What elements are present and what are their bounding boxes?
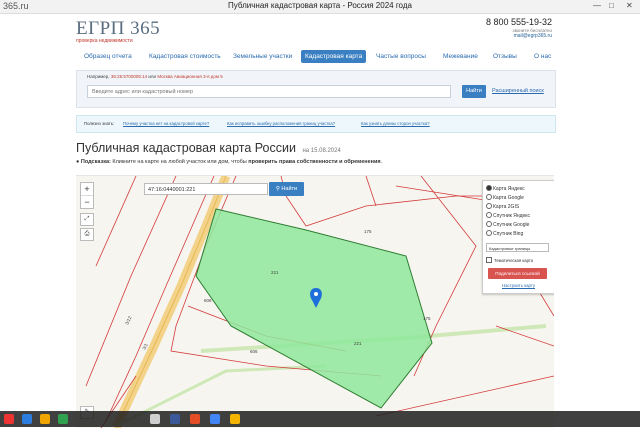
site-logo[interactable]: ЕГРП 365 проверка недвижимости: [76, 18, 161, 44]
nav-item-cadastral-map[interactable]: Кадастровая карта: [301, 50, 367, 63]
app-icon[interactable]: [230, 414, 240, 424]
layer-label: Спутник Bing: [493, 231, 524, 237]
map-search-button-label: Найти: [281, 186, 298, 192]
hint-text: Кликните на карте на любой участок или д…: [112, 159, 247, 165]
search-panel: Например, 36:25:5700005:14 или Москва Ав…: [76, 70, 556, 108]
search-button[interactable]: Найти: [462, 85, 486, 98]
hint-label: Подсказка:: [80, 159, 111, 165]
app-icon[interactable]: [190, 414, 200, 424]
logo-subtitle: проверка недвижимости: [76, 38, 133, 44]
radio-icon: [486, 230, 492, 236]
zoom-in-button[interactable]: +: [81, 183, 93, 195]
share-link-button[interactable]: Поделиться ссылкой: [488, 268, 547, 279]
app-icon[interactable]: [40, 414, 50, 424]
thematic-map-checkbox[interactable]: Тематическая карта: [486, 257, 533, 263]
email-link[interactable]: mail@egrp365.ru: [486, 33, 552, 39]
layer-option-bing-satellite[interactable]: Спутник Bing: [486, 230, 523, 237]
nav-item-cadastral-value[interactable]: Кадастровая стоимость: [149, 53, 221, 60]
app-icon[interactable]: [210, 414, 220, 424]
example-or: или: [148, 74, 157, 79]
nav-item-about[interactable]: О нас: [534, 53, 551, 60]
checkbox-icon: [486, 257, 492, 263]
pin-icon: ●: [76, 159, 80, 165]
app-icon[interactable]: [58, 414, 68, 424]
radio-icon: [486, 194, 492, 200]
logo-text: ЕГРП 365: [76, 18, 161, 39]
radio-icon: [486, 212, 492, 218]
map-search-input[interactable]: 47:16:0440001:221: [144, 183, 268, 195]
nav-item-faq[interactable]: Частые вопросы: [376, 53, 426, 60]
main-nav: Образец отчета Кадастровая стоимость Зем…: [76, 50, 554, 68]
useful-link-fix-boundary[interactable]: Как исправить ошибку расположения границ…: [227, 121, 335, 126]
example-label: Например,: [87, 74, 110, 79]
contact-block: 8 800 555-19-32 звоните бесплатно mail@e…: [486, 17, 552, 39]
parcel-label: 221: [354, 341, 362, 346]
radio-icon: [486, 221, 492, 227]
hint-bold: проверить права собственности и обремене…: [248, 159, 381, 165]
useful-link-missing-parcel[interactable]: Почему участка нет на кадастровой карте?: [123, 121, 209, 126]
window-title: Публичная кадастровая карта - Россия 202…: [228, 1, 412, 10]
cadastral-map[interactable]: 221 175 175 606 606 221 3/12 3/1 + − ⤢ ⎙…: [76, 175, 554, 428]
page-title-date: на 15.08.2024: [302, 148, 341, 154]
hint-end: .: [380, 159, 383, 165]
layer-option-yandex-map[interactable]: Карта Яндекс: [486, 185, 525, 192]
example-address[interactable]: Москва Авиационная 3-я дом 5: [157, 74, 222, 79]
app-icon[interactable]: [170, 414, 180, 424]
nav-item-land-plots[interactable]: Земельные участки: [233, 53, 292, 60]
app-icon[interactable]: [22, 414, 32, 424]
zoom-control: + −: [80, 182, 94, 209]
search-input[interactable]: [87, 85, 451, 98]
close-icon[interactable]: ✕: [626, 1, 633, 10]
phone-number[interactable]: 8 800 555-19-32: [486, 17, 552, 27]
app-icon[interactable]: [150, 414, 160, 424]
layer-option-yandex-satellite[interactable]: Спутник Яндекс: [486, 212, 530, 219]
map-search-button[interactable]: ⚲ Найти: [269, 182, 304, 196]
layer-option-2gis-map[interactable]: Карта 2GIS: [486, 203, 519, 210]
layer-option-google-map[interactable]: Карта Google: [486, 194, 524, 201]
useful-label: Полезно знать:: [84, 121, 115, 126]
nav-item-surveying[interactable]: Межевание: [443, 53, 478, 60]
advanced-search-link[interactable]: Расширенный поиск: [492, 88, 544, 94]
layers-panel: Карта Яндекс Карта Google Карта 2GIS Спу…: [482, 180, 554, 294]
os-taskbar: [0, 411, 640, 427]
parcel-label: 175: [364, 229, 372, 234]
radio-icon: [486, 203, 492, 209]
layer-option-google-satellite[interactable]: Спутник Google: [486, 221, 529, 228]
boundaries-select[interactable]: Кадастровые границы: [486, 243, 549, 252]
thematic-map-label: Тематическая карта: [494, 258, 534, 263]
radio-selected-icon: [486, 185, 492, 191]
print-icon[interactable]: ⎙: [80, 228, 94, 241]
layer-label: Карта Яндекс: [493, 186, 525, 192]
useful-links-bar: Полезно знать: Почему участка нет на кад…: [76, 115, 556, 133]
configure-map-link[interactable]: Настроить карту: [483, 283, 554, 288]
search-example: Например, 36:25:5700005:14 или Москва Ав…: [87, 74, 223, 79]
layer-label: Спутник Google: [493, 222, 530, 228]
page-title: Публичная кадастровая карта России на 15…: [76, 141, 341, 155]
browser-titlebar: 365.ru Публичная кадастровая карта - Рос…: [0, 0, 640, 14]
example-number[interactable]: 36:25:5700005:14: [111, 74, 147, 79]
maximize-icon[interactable]: □: [609, 1, 614, 10]
parcel-label: 606: [204, 298, 212, 303]
parcel-label: 221: [271, 270, 279, 275]
minimize-icon[interactable]: —: [593, 1, 601, 10]
nav-item-reviews[interactable]: Отзывы: [493, 53, 517, 60]
app-icon[interactable]: [4, 414, 14, 424]
parcel-label: 175: [423, 316, 431, 321]
layer-label: Карта Google: [493, 195, 524, 201]
selected-parcel[interactable]: [195, 208, 433, 409]
zoom-out-button[interactable]: −: [81, 195, 93, 208]
layer-label: Спутник Яндекс: [493, 213, 531, 219]
fullscreen-icon[interactable]: ⤢: [80, 213, 94, 226]
map-hint: ● Подсказка: Кликните на карте на любой …: [76, 159, 382, 165]
layer-label: Карта 2GIS: [493, 204, 520, 210]
page-title-text: Публичная кадастровая карта России: [76, 141, 296, 155]
nav-item-sample-report[interactable]: Образец отчета: [84, 53, 132, 60]
useful-link-side-lengths[interactable]: Как узнать длины сторон участка?: [361, 121, 430, 126]
parcel-label: 606: [250, 349, 258, 354]
search-icon: ⚲: [275, 186, 280, 192]
